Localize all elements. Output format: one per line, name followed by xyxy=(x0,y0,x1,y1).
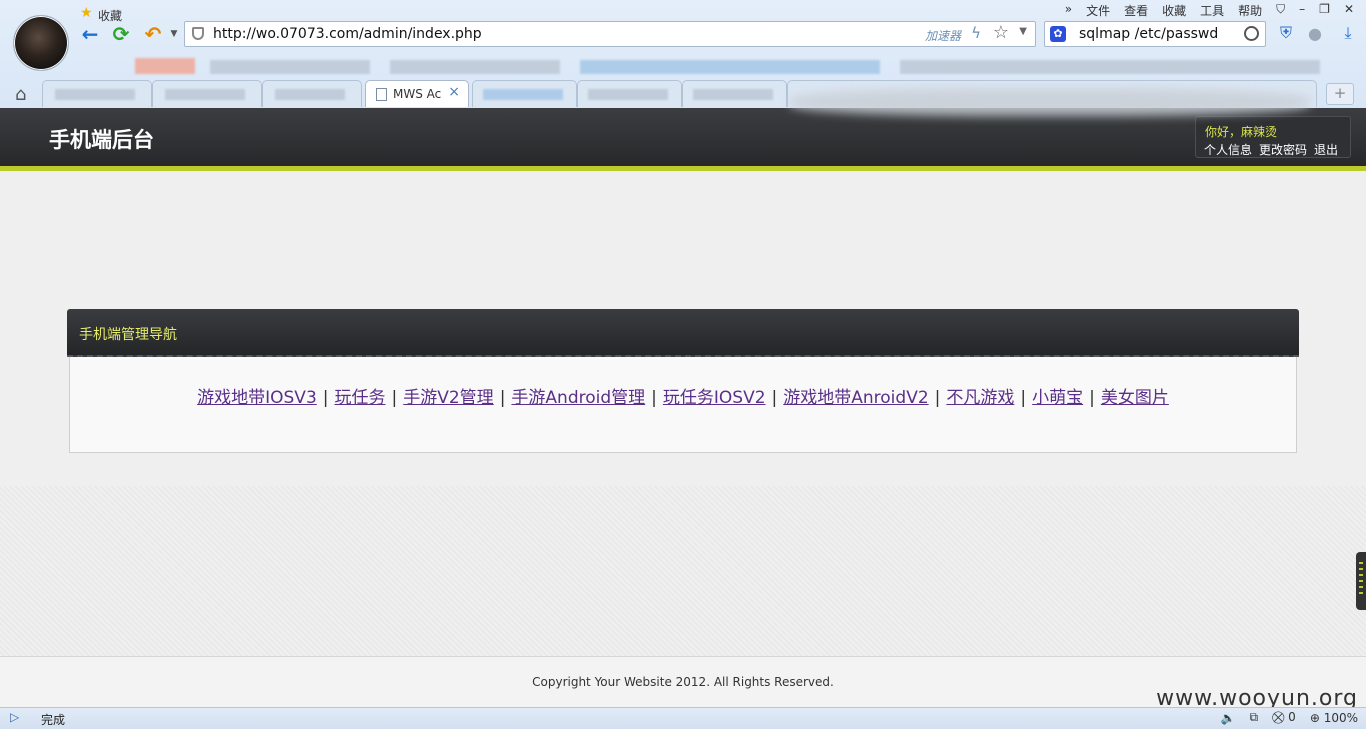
tab-redacted[interactable] xyxy=(472,80,577,107)
favorites-label[interactable]: 收藏 xyxy=(98,7,122,24)
tab-redacted[interactable] xyxy=(577,80,682,107)
menu-tools[interactable]: 工具 xyxy=(1200,2,1224,19)
user-info-box: 你好，麻辣烫 个人信息 更改密码 退出 xyxy=(1195,116,1351,158)
nav-link-tasks[interactable]: 玩任务 xyxy=(335,388,386,408)
tab-redacted[interactable] xyxy=(42,80,152,107)
nav-link-iosv3[interactable]: 游戏地带IOSV3 xyxy=(197,388,317,408)
download-icon[interactable]: ⤓ xyxy=(1339,23,1357,42)
back-icon[interactable]: ← xyxy=(78,22,102,46)
skin-icon[interactable]: ⛉ xyxy=(1276,2,1285,19)
volume-icon[interactable]: 🔈 xyxy=(1221,711,1236,725)
status-bar: ▷ 完成 🔈 ⧉ ⛒ 0 ⊕ 100% xyxy=(0,707,1366,729)
accelerator-button[interactable]: 加速器 xyxy=(925,27,961,44)
tab-redacted[interactable] xyxy=(682,80,787,107)
redacted-favorite xyxy=(135,58,195,74)
profile-link[interactable]: 个人信息 xyxy=(1204,141,1252,158)
more-icon[interactable]: ● xyxy=(1306,24,1324,43)
status-text: 完成 xyxy=(41,713,66,727)
user-greeting: 你好，麻辣烫 xyxy=(1205,125,1278,139)
menu-help[interactable]: 帮助 xyxy=(1238,2,1262,19)
nav-panel-title: 手机端管理导航 xyxy=(79,327,177,343)
user-links: 个人信息 更改密码 退出 xyxy=(1204,141,1338,158)
menu-favorites[interactable]: 收藏 xyxy=(1162,2,1186,19)
site-header xyxy=(0,108,1366,171)
restore-icon[interactable]: ❐ xyxy=(1319,2,1330,19)
address-bar[interactable]: http://wo.07073.com/admin/index.php 加速器 … xyxy=(184,21,1036,47)
baidu-paw-icon: ✿ xyxy=(1050,26,1066,42)
redaction-smear xyxy=(790,88,1310,116)
logout-link[interactable]: 退出 xyxy=(1314,141,1338,158)
menu-expand[interactable]: » xyxy=(1065,2,1072,19)
nav-panel: 手机端管理导航 游戏地带IOSV3 | 玩任务 | 手游V2管理 | 手游Android管理… xyxy=(67,309,1299,453)
nav-link-pictures[interactable]: 美女图片 xyxy=(1101,388,1169,408)
nav-link-tasks-iosv2[interactable]: 玩任务IOSV2 xyxy=(663,388,766,408)
site-title: 手机端后台 xyxy=(49,128,154,152)
sidebar-toggle-icon[interactable]: ▷ xyxy=(10,710,19,724)
refresh-icon[interactable]: ⟳ xyxy=(109,22,133,46)
nav-link-xiaomengbao[interactable]: 小萌宝 xyxy=(1032,388,1083,408)
link-separator: | xyxy=(651,388,657,408)
lightning-icon[interactable]: ϟ xyxy=(971,24,981,42)
tab-active[interactable]: MWS Ac × xyxy=(365,80,469,107)
search-input[interactable]: sqlmap /etc/passwd xyxy=(1079,26,1218,42)
link-separator: | xyxy=(1020,388,1027,408)
side-scroll-widget[interactable] xyxy=(1356,552,1366,610)
link-separator: | xyxy=(322,388,329,408)
tab-redacted[interactable] xyxy=(152,80,262,107)
link-separator: | xyxy=(1089,388,1095,408)
shield-icon xyxy=(192,27,204,40)
redacted-favorite xyxy=(390,60,560,74)
nav-link-bufan-games[interactable]: 不凡游戏 xyxy=(946,388,1014,408)
nav-panel-body: 游戏地带IOSV3 | 玩任务 | 手游V2管理 | 手游Android管理 | 玩任务IOSV… xyxy=(69,357,1297,453)
link-separator: | xyxy=(934,388,941,408)
security-shield-icon[interactable]: ⛨ xyxy=(1277,23,1295,42)
extension-icon[interactable]: ⧉ xyxy=(1250,710,1259,725)
zoom-level: 100% xyxy=(1323,710,1358,725)
search-box[interactable]: ✿ sqlmap /etc/passwd xyxy=(1044,21,1266,47)
home-icon[interactable]: ⌂ xyxy=(15,84,26,105)
textured-background xyxy=(0,486,1366,656)
nav-link-android-v2[interactable]: 游戏地带AnroidV2 xyxy=(783,388,928,408)
undo-dropdown-icon[interactable]: ▼ xyxy=(162,22,186,46)
browser-menu-bar: » 文件 查看 收藏 工具 帮助 ⛉ – ❐ ✕ xyxy=(1065,2,1354,19)
new-tab-button[interactable]: + xyxy=(1326,83,1354,105)
adblock-icon[interactable]: ⛒ 0 xyxy=(1272,710,1296,725)
change-password-link[interactable]: 更改密码 xyxy=(1259,141,1307,158)
favorites-star-icon[interactable]: ★ xyxy=(80,5,93,21)
minimize-icon[interactable]: – xyxy=(1299,2,1305,19)
link-separator: | xyxy=(499,388,506,408)
nav-link-v2-manage[interactable]: 手游V2管理 xyxy=(403,388,493,408)
link-separator: | xyxy=(391,388,398,408)
tab-redacted[interactable] xyxy=(262,80,362,107)
menu-file[interactable]: 文件 xyxy=(1086,2,1110,19)
search-icon[interactable] xyxy=(1244,26,1259,41)
nav-panel-header: 手机端管理导航 xyxy=(67,309,1299,357)
redacted-favorite xyxy=(210,60,370,74)
zoom-control[interactable]: ⊕ 100% xyxy=(1310,711,1358,725)
redacted-favorite xyxy=(580,60,880,74)
star-icon[interactable]: ☆ xyxy=(993,22,1009,43)
nav-links: 游戏地带IOSV3 | 玩任务 | 手游V2管理 | 手游Android管理 | 玩任务IOSV… xyxy=(70,383,1296,408)
address-dropdown-icon[interactable]: ▼ xyxy=(1019,26,1027,37)
menu-view[interactable]: 查看 xyxy=(1124,2,1148,19)
redacted-favorite xyxy=(900,60,1320,74)
status-tools: 🔈 ⧉ ⛒ 0 ⊕ 100% xyxy=(1221,710,1358,725)
nav-link-android-manage[interactable]: 手游Android管理 xyxy=(511,388,645,408)
close-tab-icon[interactable]: × xyxy=(448,84,460,100)
address-url[interactable]: http://wo.07073.com/admin/index.php xyxy=(213,26,482,42)
close-window-icon[interactable]: ✕ xyxy=(1344,2,1354,19)
tab-active-label: MWS Ac xyxy=(393,87,442,101)
link-separator: | xyxy=(771,388,778,408)
adblock-count: 0 xyxy=(1288,710,1296,724)
document-icon xyxy=(376,88,387,101)
